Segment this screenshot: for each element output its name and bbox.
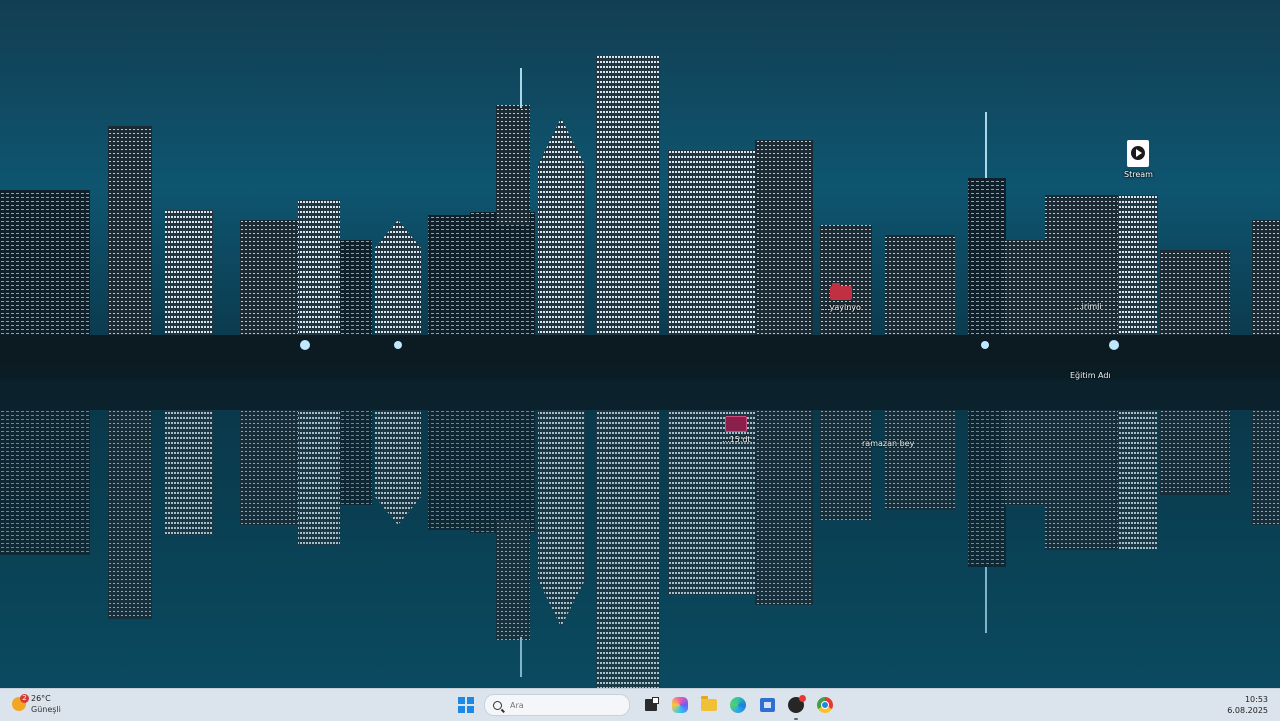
chrome-button[interactable] <box>812 693 838 717</box>
desktop-icon-egitim[interactable]: Eğitim Adı <box>1070 371 1111 380</box>
system-clock[interactable]: 10:53 6.08.2025 <box>1227 694 1268 716</box>
weather-condition: Güneşli <box>31 705 61 714</box>
desktop-icon-label: Stream <box>1124 170 1153 179</box>
notification-badge: 2 <box>20 694 29 703</box>
start-button[interactable] <box>453 693 479 717</box>
taskbar-search[interactable] <box>484 694 630 716</box>
notification-app-button[interactable] <box>783 693 809 720</box>
desktop-icon-stream[interactable]: Stream <box>1124 140 1153 179</box>
clock-date: 6.08.2025 <box>1227 706 1268 715</box>
store-icon <box>759 698 775 712</box>
desktop-icon-irimli[interactable]: ...irimli <box>1074 302 1102 311</box>
copilot-button[interactable] <box>667 693 693 717</box>
pink-file-icon <box>725 416 748 432</box>
task-view-icon <box>645 697 659 711</box>
desktop-icon-label: ramazan bey <box>862 439 915 448</box>
city-skyline-image <box>0 0 1280 688</box>
task-view-button[interactable] <box>638 693 664 717</box>
chrome-icon <box>817 697 833 713</box>
desktop-icon-label: Eğitim Adı <box>1070 371 1111 380</box>
search-icon <box>493 700 502 710</box>
weather-widget[interactable]: 2 26°C Güneşli <box>12 693 61 715</box>
file-explorer-button[interactable] <box>696 693 722 717</box>
desktop-icon-label: ...irimli <box>1074 302 1102 311</box>
app-icon <box>788 695 806 713</box>
desktop-icon-file[interactable]: ...15.dt <box>722 416 751 444</box>
sun-icon: 2 <box>12 694 29 711</box>
desktop-wallpaper <box>0 0 1280 688</box>
folder-icon <box>701 696 717 711</box>
weather-temperature: 26°C <box>31 694 51 703</box>
windows-logo-icon <box>458 697 474 713</box>
clock-time: 10:53 <box>1244 695 1268 704</box>
desktop-icon-label: ...15.dt <box>722 435 751 444</box>
edge-icon <box>730 697 746 713</box>
red-folder-icon <box>830 283 853 300</box>
desktop-icon-label: ...yayinyo <box>822 303 861 312</box>
taskbar: 2 26°C Güneşli Ara 10:53 6.08.2025 <box>0 688 1280 721</box>
desktop-icon-ramazan[interactable]: ramazan bey <box>862 439 914 448</box>
search-input[interactable] <box>508 699 622 711</box>
store-button[interactable] <box>754 693 780 717</box>
edge-button[interactable] <box>725 693 751 717</box>
taskbar-apps <box>453 693 841 720</box>
desktop-icon-folder[interactable]: ...yayinyo <box>822 283 861 312</box>
copilot-icon <box>672 697 688 713</box>
stream-play-icon <box>1127 140 1150 167</box>
